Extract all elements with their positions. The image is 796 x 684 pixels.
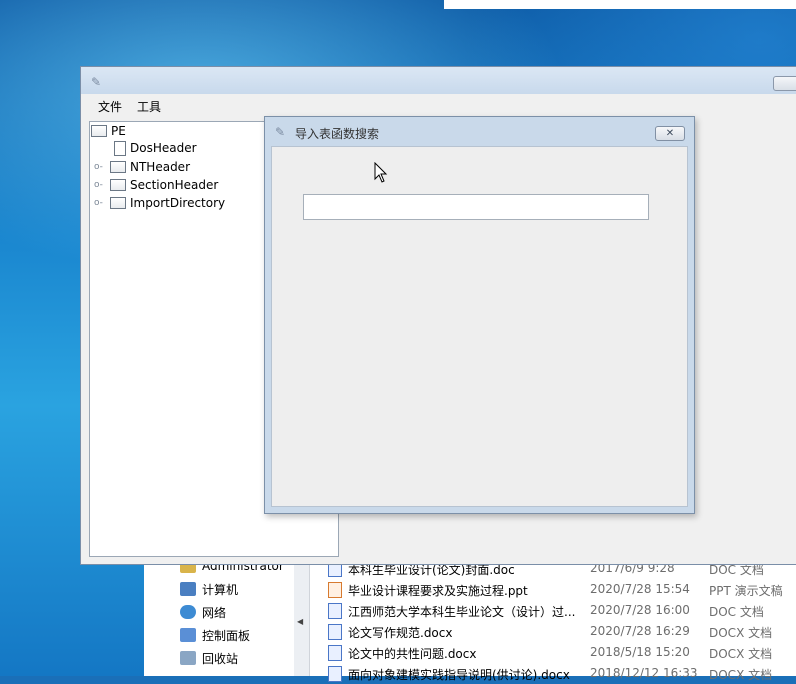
file-name: 论文写作规范.docx [348,626,453,640]
file-date: 2020/7/28 16:00 [590,603,690,617]
nav-item-control-panel[interactable]: 控制面板 [180,625,250,645]
dialog-titlebar[interactable]: ✎ 导入表函数搜索 ✕ [265,117,694,145]
file-icon [114,140,126,156]
tree-node-pe[interactable]: PE [91,122,126,140]
menu-file[interactable]: 文件 [98,98,122,115]
close-button[interactable]: ✕ [655,126,685,141]
tree-node-label: SectionHeader [130,178,219,192]
tree-node-label: DosHeader [130,141,197,155]
word-doc-icon [328,603,342,619]
import-function-search-dialog: ✎ 导入表函数搜索 ✕ [264,116,695,514]
scroll-arrow-icon: ◀ [297,617,304,626]
menu-bar: 文件 工具 [81,94,796,116]
nav-item-label: 回收站 [202,651,239,666]
file-explorer-window: Administrator 计算机 网络 控制面板 回收站 ◀ 本科生毕业设计(… [144,555,796,682]
file-date: 2018/5/18 15:20 [590,645,690,659]
file-type: DOCX 文档 [709,647,773,661]
tree-node-label: ImportDirectory [130,196,226,210]
file-name: 论文中的共性问题.docx [348,647,477,661]
dialog-content [271,146,688,507]
file-row[interactable]: 江西师范大学本科生毕业论文（设计）过... 2020/7/28 16:00 DO… [328,600,796,621]
nav-item-computer[interactable]: 计算机 [180,579,238,599]
control-panel-icon [180,628,196,642]
computer-icon [180,582,196,596]
minimize-button[interactable] [773,76,796,91]
mouse-pointer-icon [374,162,388,183]
word-doc-icon [328,624,342,640]
word-doc-icon [328,645,342,661]
app-feather-icon: ✎ [91,75,102,89]
tree-node-sectionheader[interactable]: SectionHeader [110,176,218,194]
folder-icon [110,197,126,209]
file-type: DOCX 文档 [709,668,773,682]
ppt-icon [328,582,342,598]
expand-toggle-icon[interactable]: o- [94,180,103,190]
nav-item-recycle-bin[interactable]: 回收站 [180,648,238,668]
folder-icon [110,179,126,191]
menu-tools[interactable]: 工具 [137,98,161,115]
file-row[interactable]: 毕业设计课程要求及实施过程.ppt 2020/7/28 15:54 PPT 演示… [328,579,796,600]
file-name: 面向对象建模实践指导说明(供讨论).docx [348,668,570,682]
explorer-scrollbar[interactable]: ◀ [294,555,310,676]
folder-icon [110,161,126,173]
file-type: PPT 演示文稿 [709,584,783,598]
file-row[interactable]: 面向对象建模实践指导说明(供讨论).docx 2018/12/12 16:33 … [328,663,796,684]
network-icon [180,605,196,619]
file-type: DOC 文档 [709,605,764,619]
file-list: 本科生毕业设计(论文)封面.doc 2017/6/9 9:28 DOC 文档 毕… [328,555,796,682]
file-name: 毕业设计课程要求及实施过程.ppt [348,584,528,598]
tree-node-importdirectory[interactable]: ImportDirectory [110,194,225,212]
file-row[interactable]: 论文中的共性问题.docx 2018/5/18 15:20 DOCX 文档 [328,642,796,663]
file-name: 江西师范大学本科生毕业论文（设计）过... [348,605,576,619]
file-date: 2018/12/12 16:33 [590,666,698,680]
nav-item-label: 计算机 [202,582,239,597]
nav-item-label: 控制面板 [202,628,251,643]
file-date: 2020/7/28 16:29 [590,624,690,638]
folder-open-icon [91,125,107,137]
file-row[interactable]: 论文写作规范.docx 2020/7/28 16:29 DOCX 文档 [328,621,796,642]
tree-node-label: PE [111,124,126,138]
recycle-bin-icon [180,651,196,665]
word-doc-icon [328,666,342,682]
file-date: 2020/7/28 15:54 [590,582,690,596]
nav-item-label: 网络 [202,605,227,620]
file-type: DOCX 文档 [709,626,773,640]
background-window-edge [444,0,796,9]
expand-toggle-icon[interactable]: o- [94,162,103,172]
tree-node-dosheader[interactable]: DosHeader [114,139,197,157]
app-feather-icon: ✎ [275,125,286,139]
tree-node-ntheader[interactable]: NTHeader [110,158,190,176]
window-titlebar[interactable]: ✎ [81,67,796,94]
close-icon: ✕ [665,128,675,139]
expand-toggle-icon[interactable]: o- [94,198,103,208]
dialog-title: 导入表函数搜索 [295,127,380,141]
function-search-input[interactable] [303,194,649,220]
explorer-navigation-pane: Administrator 计算机 网络 控制面板 回收站 [144,555,295,676]
tree-node-label: NTHeader [130,160,190,174]
nav-item-network[interactable]: 网络 [180,602,226,622]
